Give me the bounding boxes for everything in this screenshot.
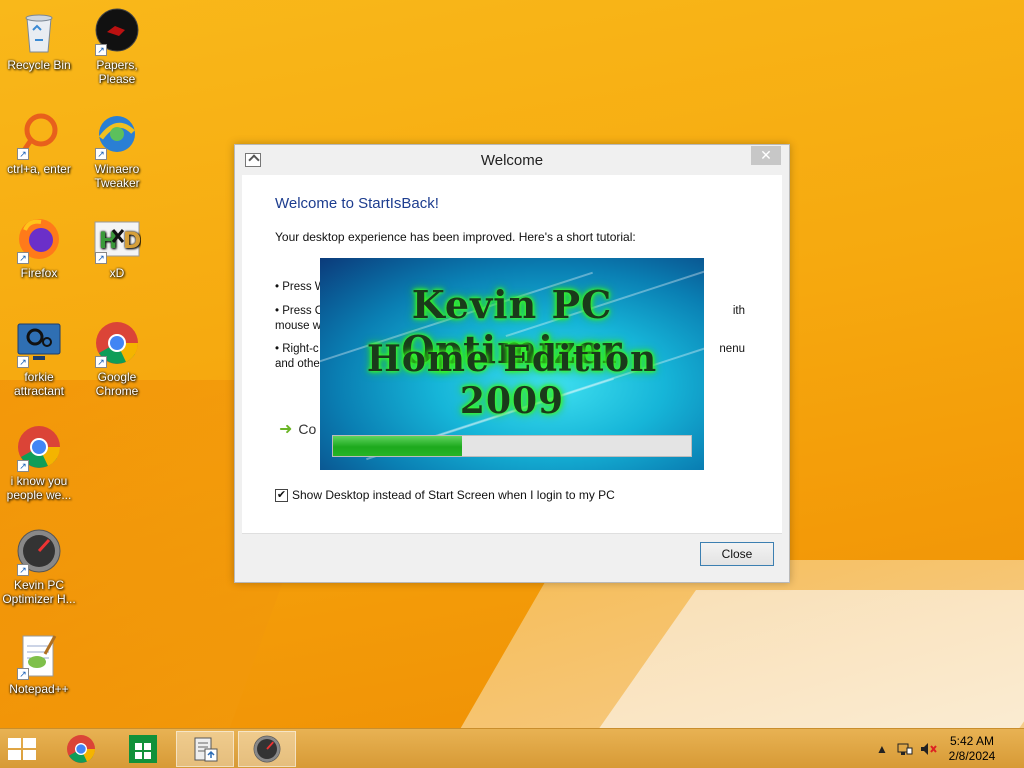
desktop-icon-recycle-bin[interactable]: Recycle Bin — [0, 8, 78, 72]
windows-logo-icon — [8, 738, 21, 748]
settings-monitor-icon: ↗ — [15, 320, 63, 368]
taskbar: ▲ 5:42 AM 2/8/2024 — [0, 728, 1024, 768]
svg-text:D: D — [123, 229, 141, 254]
firefox-icon: ↗ — [15, 216, 63, 264]
taskbar-startisback[interactable] — [176, 731, 234, 767]
divider — [242, 533, 782, 534]
chrome-icon: ↗ — [93, 320, 141, 368]
clock-time: 5:42 AM — [949, 734, 995, 748]
chrome-icon — [67, 735, 96, 763]
dialog-titlebar[interactable]: Welcome ✕ — [235, 145, 789, 175]
show-desktop-checkbox[interactable]: ✔ — [275, 488, 288, 502]
desktop-icon-label: Recycle Bin — [7, 58, 71, 72]
papers-please-icon: ↗ — [93, 8, 141, 56]
desktop-icon-label: xD — [109, 266, 125, 280]
hxd-icon: HD ↗ — [93, 216, 141, 264]
show-desktop-option[interactable]: ✔ Show Desktop instead of Start Screen w… — [275, 488, 615, 502]
continue-link[interactable]: ➜ Co — [279, 419, 316, 439]
optimizer-splash-screen: Kevin PC Optimizer Home Edition 2009 — [320, 258, 704, 470]
speedometer-icon — [253, 735, 281, 763]
desktop-icon-xd[interactable]: HD ↗ xD — [78, 216, 156, 280]
intro-text: Your desktop experience has been improve… — [275, 230, 636, 244]
desktop-icon-label: Notepad++ — [9, 682, 69, 696]
desktop-icon-label: Papers, Please — [96, 58, 138, 86]
show-hidden-icons-button[interactable]: ▲ — [876, 742, 888, 756]
clock-date: 2/8/2024 — [948, 749, 996, 763]
splash-title-line2: Home Edition 2009 — [366, 338, 658, 422]
taskbar-kevin-optimizer[interactable] — [238, 731, 296, 767]
volume-muted-icon[interactable] — [920, 742, 938, 759]
desktop-icon-label: i know you people we... — [6, 474, 72, 502]
chrome-icon: ↗ — [15, 424, 63, 472]
desktop-icon-label: forkie attractant — [13, 370, 65, 398]
desktop-icon-kevin-optimizer[interactable]: ↗ Kevin PC Optimizer H... — [0, 528, 78, 606]
speedometer-icon: ↗ — [15, 528, 63, 576]
desktop-icon-label: Winaero Tweaker — [94, 162, 140, 190]
desktop-icon-label: Google Chrome — [95, 370, 139, 398]
desktop-icon-firefox[interactable]: ↗ Firefox — [0, 216, 78, 280]
store-icon — [129, 735, 157, 763]
notepad-plus-icon: ↗ — [15, 632, 63, 680]
document-window-icon — [194, 737, 218, 762]
network-icon[interactable] — [897, 742, 913, 759]
start-button[interactable] — [8, 738, 38, 760]
splash-progress-bar — [332, 435, 692, 457]
taskbar-chrome[interactable] — [52, 731, 110, 767]
desktop-icon-google-chrome[interactable]: ↗ Google Chrome — [78, 320, 156, 398]
checkbox-label: Show Desktop instead of Start Screen whe… — [292, 488, 615, 502]
desktop-icon-label: Firefox — [20, 266, 58, 280]
desktop-icon-winaero[interactable]: ↗ Winaero Tweaker — [78, 112, 156, 190]
dialog-title: Welcome — [480, 152, 544, 169]
taskbar-store[interactable] — [114, 731, 172, 767]
dialog-close-button[interactable]: ✕ — [751, 146, 781, 165]
welcome-heading: Welcome to StartIsBack! — [275, 195, 439, 212]
green-arrow-icon: ➜ — [279, 421, 293, 438]
progress-fill — [333, 436, 462, 456]
desktop-icon-chrome-shortcut[interactable]: ↗ i know you people we... — [0, 424, 78, 502]
winaero-tweaker-icon: ↗ — [93, 112, 141, 160]
desktop-icon-forkie[interactable]: ↗ forkie attractant — [0, 320, 78, 398]
taskbar-clock[interactable]: 5:42 AM 2/8/2024 — [942, 734, 1002, 764]
desktop-icon-notepad-plus[interactable]: ↗ Notepad++ — [0, 632, 78, 696]
desktop-icon-label: Kevin PC Optimizer H... — [2, 578, 76, 606]
close-button[interactable]: Close — [700, 542, 774, 566]
recycle-bin-icon — [15, 8, 63, 56]
desktop-icon-papers-please[interactable]: ↗ Papers, Please — [78, 8, 156, 86]
ring-app-icon: ↗ — [15, 112, 63, 160]
desktop-icon-ctrl-a-enter[interactable]: ↗ ctrl+a, enter — [0, 112, 78, 176]
desktop-icon-label: ctrl+a, enter — [7, 162, 71, 176]
